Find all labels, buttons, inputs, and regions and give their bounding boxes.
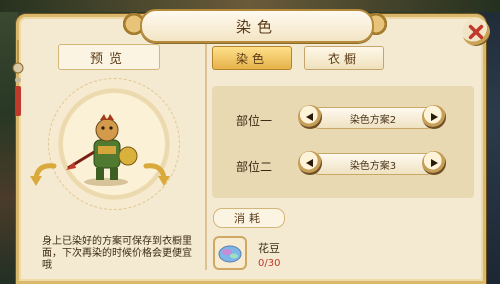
part-one-selector: 染色方案2: [298, 105, 446, 129]
panel-divider: [205, 40, 207, 270]
close-button[interactable]: [462, 18, 490, 46]
close-icon: [468, 24, 484, 40]
part-one-label: 部位一: [236, 114, 273, 128]
tab-wardrobe[interactable]: 衣橱: [304, 46, 384, 70]
consumable-item-count: 0/30: [258, 258, 281, 269]
dye-parts-panel: [212, 86, 474, 198]
part-one-next-button[interactable]: [422, 105, 446, 129]
window-title: 染色: [140, 9, 374, 43]
preview-label: 预览: [58, 44, 160, 70]
tab-dye[interactable]: 染色: [212, 46, 292, 70]
part-one-value: 染色方案2: [310, 107, 436, 129]
character-preview[interactable]: [66, 110, 146, 186]
tassel-ornament-icon: [12, 40, 24, 116]
consumable-item-name: 花豆: [258, 242, 280, 255]
dye-hint-text: 身上已染好的方案可保存到衣橱里面，下次再染的时候价格会更便宜哦: [42, 236, 192, 271]
arrow-left-icon: [306, 113, 313, 121]
part-two-next-button[interactable]: [422, 151, 446, 175]
part-two-prev-button[interactable]: [298, 151, 322, 175]
part-two-selector: 染色方案3: [298, 151, 446, 175]
part-one-prev-button[interactable]: [298, 105, 322, 129]
consumable-item-slot[interactable]: [213, 236, 247, 270]
arrow-right-icon: [431, 113, 438, 121]
flower-bean-icon: [218, 245, 242, 263]
consumption-label: 消耗: [213, 208, 285, 228]
part-two-label: 部位二: [236, 160, 273, 174]
arrow-left-icon: [306, 159, 313, 167]
arrow-right-icon: [431, 159, 438, 167]
part-two-value: 染色方案3: [310, 153, 436, 175]
rotate-right-icon[interactable]: [142, 160, 172, 188]
rotate-left-icon[interactable]: [28, 160, 58, 188]
